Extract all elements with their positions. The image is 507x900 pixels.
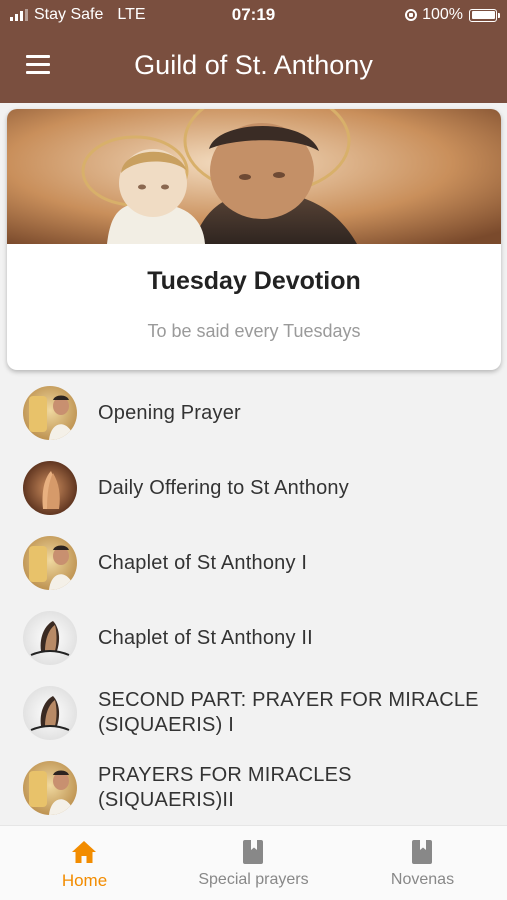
prayer-item-chaplet-2[interactable]: Chaplet of St Anthony II — [0, 601, 507, 675]
nav-home-label: Home — [61, 871, 108, 890]
nav-home[interactable]: Home — [0, 826, 169, 900]
battery-icon — [469, 8, 500, 22]
statue-avatar-image — [23, 536, 77, 590]
prayer-item-label: Chaplet of St Anthony II — [98, 626, 313, 649]
prayer-item-label: Opening Prayer — [98, 401, 241, 424]
prayer-item-label: Daily Offering to St Anthony — [98, 476, 349, 499]
app-title: Guild of St. Anthony — [134, 50, 373, 80]
app-bar: Guild of St. Anthony — [0, 30, 507, 103]
prayer-item-label: SECOND PART: PRAYER FOR MIRACLE (SIQUAER… — [98, 689, 479, 736]
book-icon — [412, 840, 432, 864]
devotion-avatar-image — [23, 611, 77, 665]
hero-title: Tuesday Devotion — [147, 267, 361, 295]
nav-novenas-label: Novenas — [390, 871, 455, 888]
statue-avatar-image — [23, 761, 77, 815]
devotion-hero-card[interactable]: Tuesday Devotion To be said every Tuesda… — [7, 109, 501, 370]
nav-novenas[interactable]: Novenas — [338, 826, 507, 900]
prayer-item-daily-offering[interactable]: Daily Offering to St Anthony — [0, 451, 507, 525]
nav-special-prayers[interactable]: Special prayers — [169, 826, 338, 900]
prayer-item-label: Chaplet of St Anthony I — [98, 551, 308, 574]
st-anthony-hero-image — [7, 109, 501, 244]
nav-special-prayers-label: Special prayers — [198, 871, 309, 888]
home-icon — [72, 841, 96, 863]
statue-avatar-image — [23, 386, 77, 440]
orientation-lock-icon — [405, 9, 418, 21]
status-bar: Stay Safe LTE 07:19 100% — [0, 0, 507, 30]
prayer-item-opening-prayer[interactable]: Opening Prayer — [0, 376, 507, 450]
prayer-item-chaplet-1[interactable]: Chaplet of St Anthony I — [0, 526, 507, 600]
hero-subtitle: To be said every Tuesdays — [147, 321, 361, 341]
devotion-avatar-image — [23, 686, 77, 740]
prayer-item-miracle-prayer-2[interactable]: PRAYERS FOR MIRACLES (SIQUAERIS)II — [0, 751, 507, 825]
prayer-item-label: PRAYERS FOR MIRACLES (SIQUAERIS)II — [98, 764, 352, 811]
bottom-navigation: Home Special prayers Novenas — [0, 825, 507, 900]
prayer-item-miracle-prayer-1[interactable]: SECOND PART: PRAYER FOR MIRACLE (SIQUAER… — [0, 676, 507, 750]
battery-percent: 100% — [422, 6, 463, 23]
top-app-area: Stay Safe LTE 07:19 100% Guild of St. An… — [0, 0, 507, 103]
praying-hands-avatar-image — [23, 461, 77, 515]
book-icon — [243, 840, 263, 864]
